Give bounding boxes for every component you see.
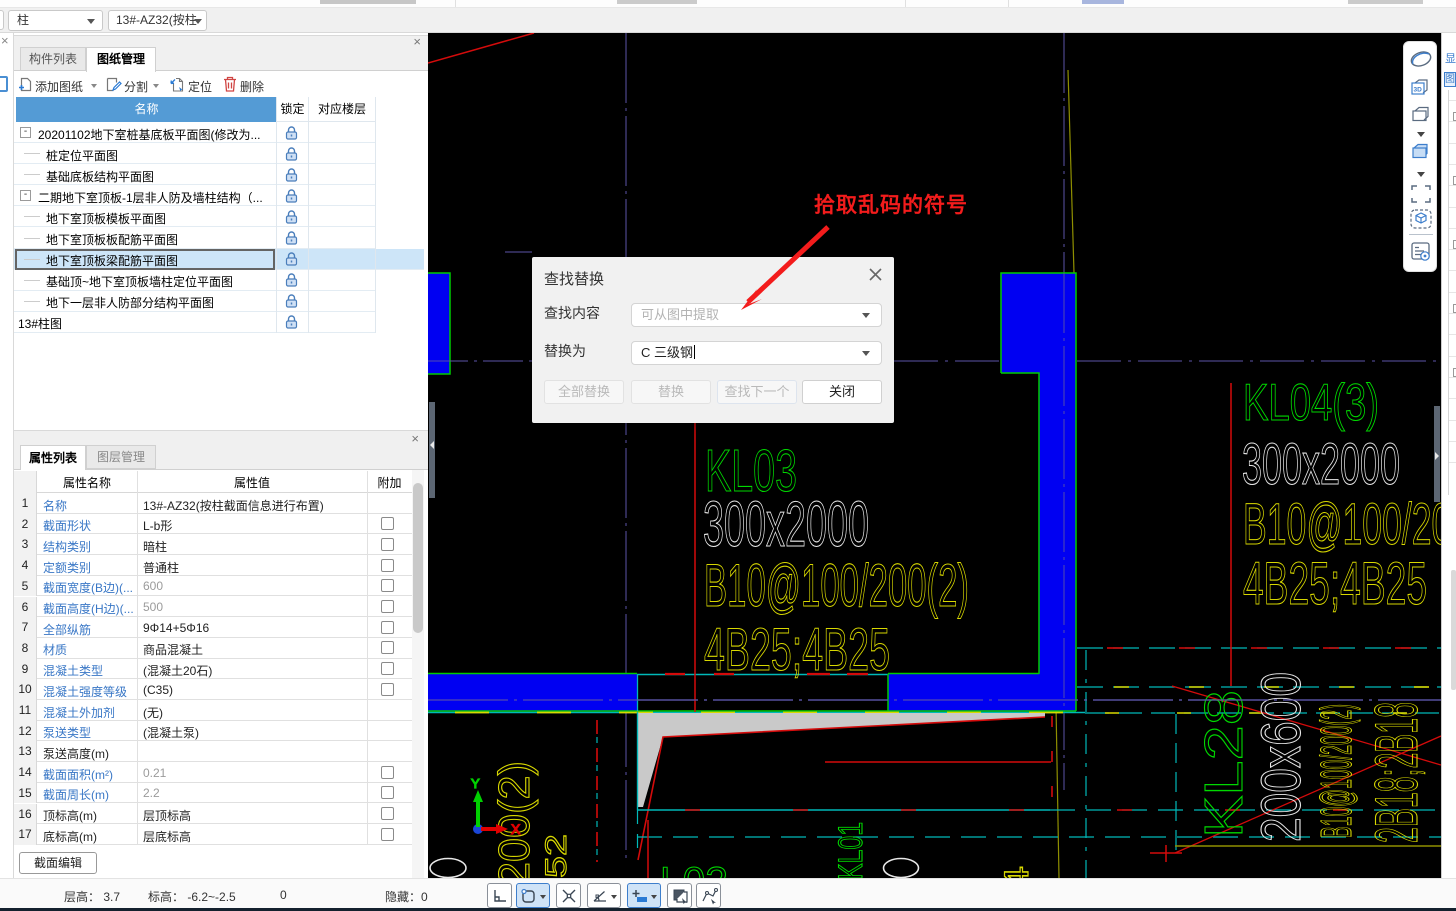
svg-text:2B18;2B18: 2B18;2B18	[1363, 702, 1430, 843]
svg-text:拾取乱码的符号: 拾取乱码的符号	[814, 193, 968, 217]
svg-text:L03: L03	[660, 858, 728, 878]
svg-text:/200(2): /200(2)	[490, 761, 539, 878]
svg-text:4B25;4B25: 4B25;4B25	[1243, 550, 1427, 617]
svg-text:KL01: KL01	[832, 822, 870, 878]
svg-text:B10@100/200(2): B10@100/200(2)	[704, 552, 969, 619]
svg-text:Y: Y	[471, 776, 480, 791]
svg-text:KL04(3): KL04(3)	[1243, 374, 1379, 432]
svg-text:52: 52	[540, 834, 573, 878]
svg-text:3D: 3D	[1414, 87, 1423, 94]
svg-text:200x600: 200x600	[1249, 672, 1312, 842]
svg-text:B10@100/200(2): B10@100/200(2)	[1312, 704, 1361, 838]
svg-text:KL28: KL28	[1194, 690, 1254, 838]
svg-text:4: 4	[998, 866, 1036, 878]
svg-text:B10@100/200(: B10@100/200(	[1243, 492, 1441, 557]
svg-text:4B25;4B25: 4B25;4B25	[704, 616, 890, 683]
svg-text:X: X	[511, 821, 521, 837]
svg-text:300x2000: 300x2000	[703, 488, 869, 560]
svg-text:300x2000: 300x2000	[1242, 432, 1400, 497]
